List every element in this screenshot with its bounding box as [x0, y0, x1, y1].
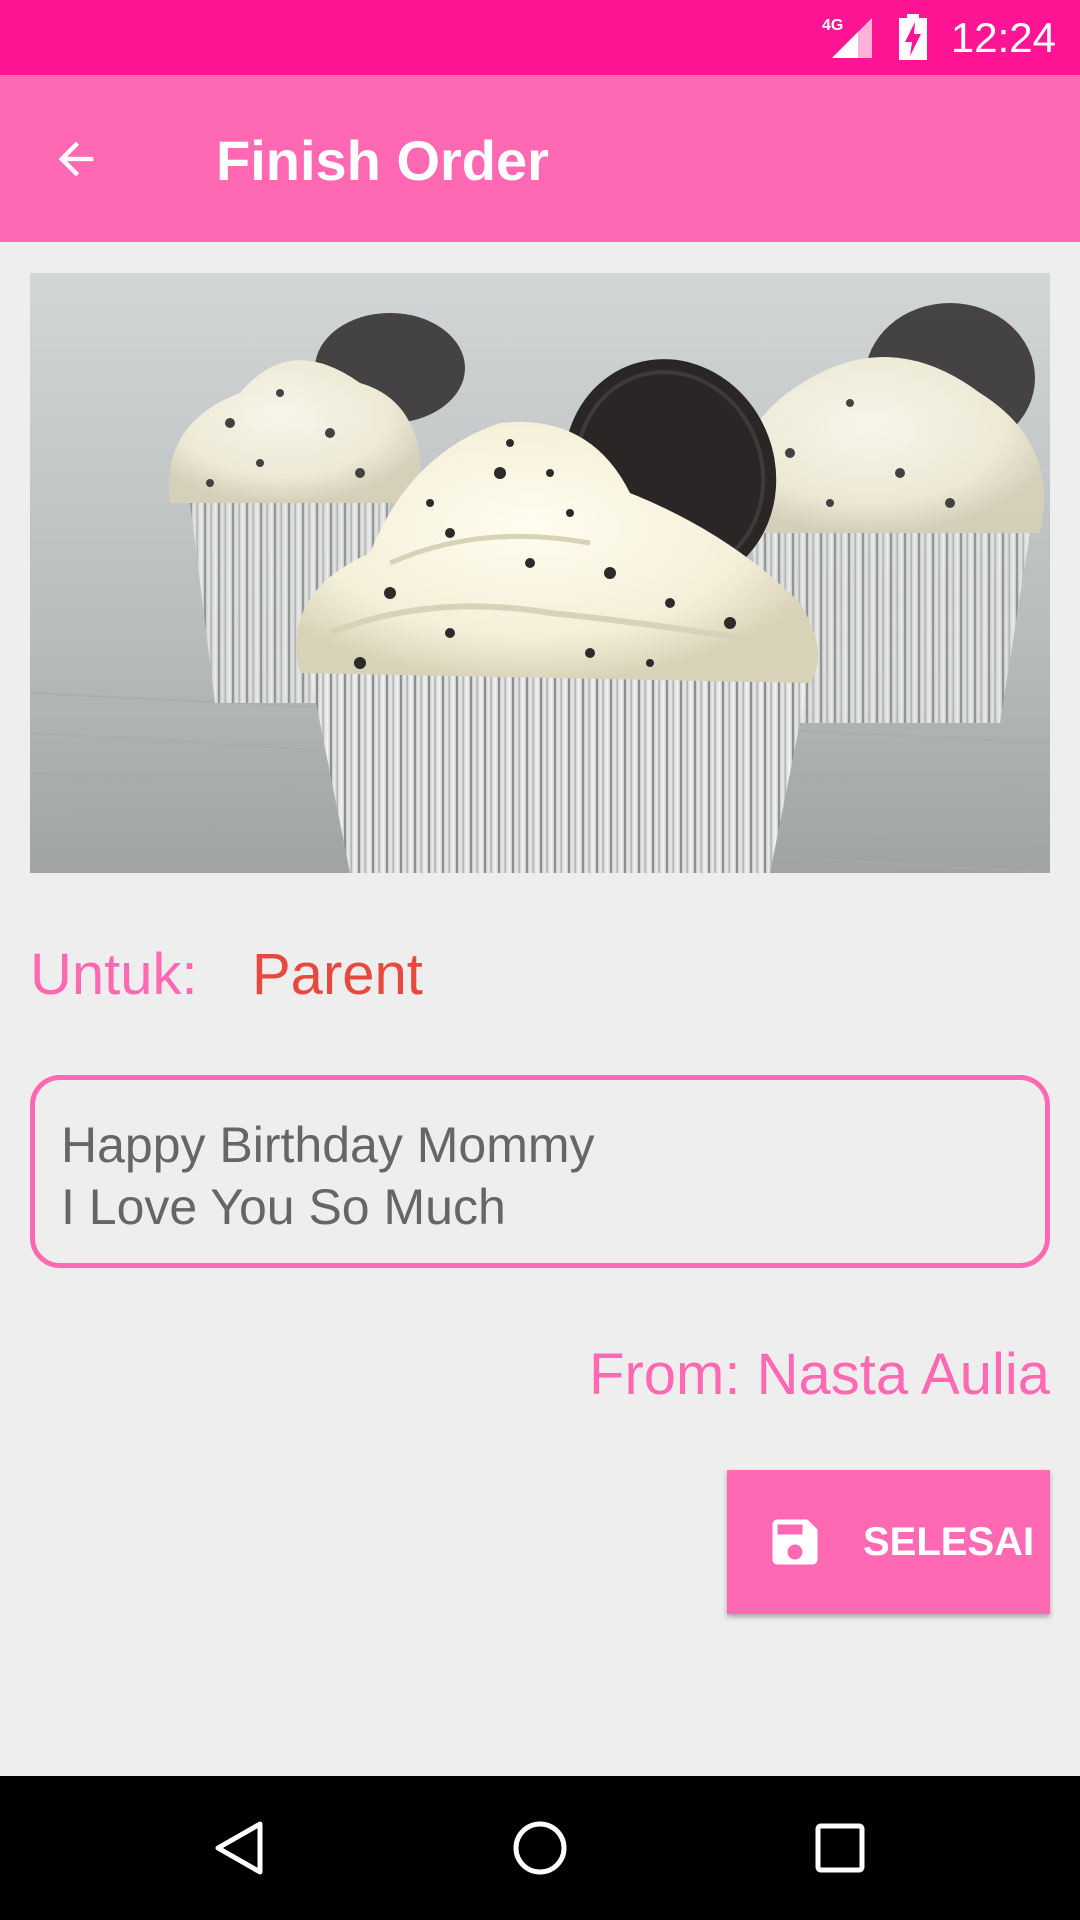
nav-recents-button[interactable]: [804, 1812, 876, 1884]
cell-signal-icon: 4G: [822, 17, 872, 58]
sender-text: From: Nasta Aulia: [589, 1342, 1050, 1407]
nav-back-icon: [215, 1821, 263, 1875]
recipient-value: Parent: [252, 942, 423, 1007]
app-bar: Finish Order: [0, 75, 1080, 242]
status-bar: 4G 12:24: [0, 0, 1080, 75]
finish-button[interactable]: SELESAI: [727, 1470, 1050, 1614]
nav-recents-icon: [815, 1823, 865, 1873]
status-clock: 12:24: [950, 14, 1056, 61]
finish-button-label: SELESAI: [863, 1519, 1035, 1564]
save-icon: [772, 1519, 818, 1565]
message-line-1: Happy Birthday Mommy: [61, 1117, 595, 1173]
nav-back-button[interactable]: [204, 1812, 276, 1884]
message-line-2: I Love You So Much: [61, 1179, 506, 1235]
network-type-label: 4G: [822, 17, 843, 34]
battery-charging-icon: [899, 14, 927, 60]
back-button[interactable]: [40, 123, 112, 195]
nav-home-button[interactable]: [504, 1812, 576, 1884]
recipient-label: Untuk:: [30, 942, 198, 1007]
recipient-row: Untuk: Parent: [30, 940, 423, 1010]
page-title: Finish Order: [216, 129, 549, 192]
navigation-bar: [0, 1776, 1080, 1920]
cake-photo: [30, 273, 1050, 873]
nav-home-icon: [513, 1821, 567, 1875]
back-arrow-icon: [58, 141, 94, 177]
message-box[interactable]: Happy Birthday Mommy I Love You So Much: [30, 1075, 1050, 1268]
